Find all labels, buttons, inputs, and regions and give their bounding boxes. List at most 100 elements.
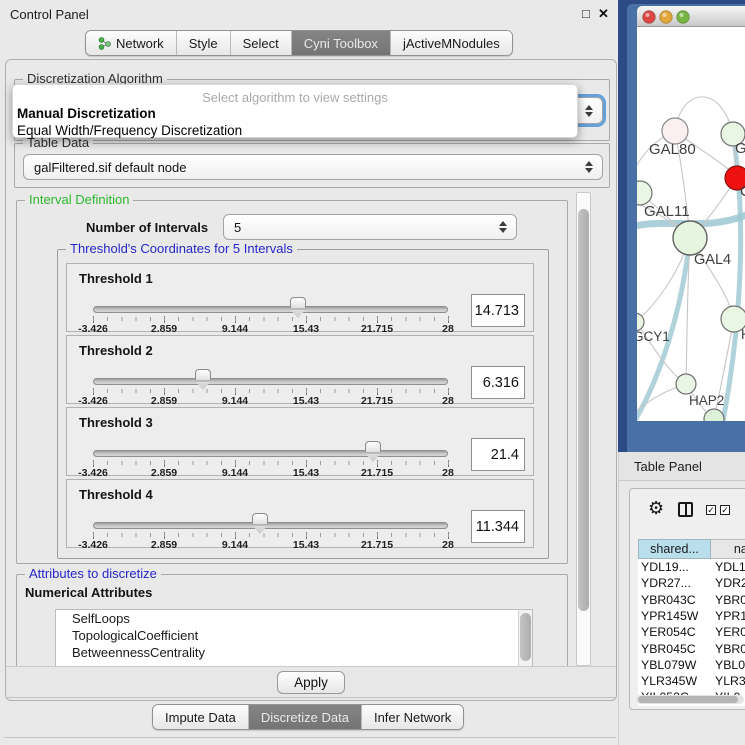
table-row[interactable]: YPR145WYPR1	[638, 608, 745, 624]
node-label-partial-red: C	[740, 183, 745, 200]
node-hap2[interactable]	[676, 374, 696, 394]
scale-label: 21.715	[361, 467, 393, 479]
column-header-shared-name[interactable]: shared...	[638, 539, 711, 559]
scale-label: 28	[442, 467, 454, 479]
float-window-icon[interactable]: □	[582, 6, 590, 21]
column-layout-icon[interactable]	[678, 502, 693, 517]
tab-discretize-data[interactable]: Discretize Data	[248, 705, 361, 729]
table-panel-header: Table Panel	[619, 452, 745, 481]
scale-label: 2.859	[151, 323, 177, 335]
tab-style[interactable]: Style	[176, 31, 230, 55]
popup-item-manual-discretization[interactable]: Manual Discretization	[13, 105, 577, 122]
table-row[interactable]: YBR043CYBR0	[638, 592, 745, 608]
list-item[interactable]: BetweennessCentrality	[56, 644, 532, 661]
control-panel-title: Control Panel	[10, 7, 89, 22]
scale-label: 28	[442, 539, 454, 551]
threshold-2-slider-thumb[interactable]	[195, 369, 211, 380]
control-panel-tabbar: Network Style Select Cyni Toolbox jActiv…	[85, 30, 513, 56]
tab-infer-network[interactable]: Infer Network	[361, 705, 463, 729]
minimize-traffic-icon[interactable]	[660, 11, 672, 23]
settings-scrollbar-thumb[interactable]	[578, 209, 589, 611]
apply-strip: Apply	[6, 666, 616, 698]
number-of-intervals-combo[interactable]: 5	[223, 214, 517, 240]
node-label-gcy1: GCY1	[637, 329, 670, 344]
network-view-window[interactable]: GAL80 GA C GAL11 GAL4 H GCY1 HAP2	[627, 4, 745, 452]
popup-item-equal-width-frequency[interactable]: Equal Width/Frequency Discretization	[13, 122, 577, 139]
checkbox-icon[interactable]: ✓	[706, 505, 716, 515]
threshold-2-slider-track[interactable]	[93, 378, 448, 385]
apply-button[interactable]: Apply	[277, 671, 345, 694]
table-row[interactable]: YDR27...YDR2	[638, 575, 745, 591]
zoom-traffic-icon[interactable]	[677, 11, 689, 23]
threshold-4-value-field[interactable]: 11.344	[471, 510, 525, 543]
scale-label: 2.859	[151, 467, 177, 479]
tab-infer-network-label: Infer Network	[374, 710, 451, 725]
table-data-combo[interactable]: galFiltered.sif default node	[23, 154, 603, 180]
table-horizontal-scrollbar[interactable]	[636, 695, 744, 704]
cell: YDL1	[715, 560, 745, 574]
cell: YLR345W	[641, 674, 697, 688]
threshold-4-slider-track[interactable]	[93, 522, 448, 529]
threshold-2-label: Threshold 2	[79, 343, 153, 358]
table-panel-region: Table Panel ⚙ ✓ ✓ shared... name YDL19..…	[618, 452, 745, 745]
attributes-list-scrollbar-thumb[interactable]	[520, 613, 531, 661]
thresholds-group-title: Threshold's Coordinates for 5 Intervals	[66, 241, 297, 256]
tab-network[interactable]: Network	[86, 31, 176, 55]
threshold-4-panel: Threshold 4 -3.426 2.859 9.144 15.43 21.…	[66, 479, 534, 548]
column-header-name[interactable]: name	[711, 539, 745, 559]
cell: YBL0	[715, 658, 745, 672]
screen: Control Panel □ ✕ Network Style Select C…	[0, 0, 745, 745]
scale-label: 9.144	[222, 323, 248, 335]
table-row[interactable]: YLR345WYLR3	[638, 673, 745, 689]
list-item[interactable]: TopologicalCoefficient	[56, 627, 532, 644]
tab-cyni-toolbox[interactable]: Cyni Toolbox	[291, 31, 390, 55]
tab-select[interactable]: Select	[230, 31, 291, 55]
threshold-1-panel: Threshold 1 -3.426 2.859 9.144 15.43 21.…	[66, 263, 534, 332]
threshold-3-slider-thumb[interactable]	[365, 441, 381, 452]
threshold-3-slider-track[interactable]	[93, 450, 448, 457]
scale-label: 21.715	[361, 323, 393, 335]
threshold-2-value-field[interactable]: 6.316	[471, 366, 525, 399]
node-partial-bottom[interactable]	[704, 409, 724, 421]
cell: YDR27...	[641, 576, 691, 590]
number-of-intervals-value: 5	[234, 220, 241, 235]
checkbox-icon[interactable]: ✓	[720, 505, 730, 515]
node-gal4[interactable]	[673, 221, 707, 255]
cell: YBR045C	[641, 642, 696, 656]
scale-label: 9.144	[222, 539, 248, 551]
table-row[interactable]: YER054CYER0	[638, 624, 745, 640]
threshold-3-value-field[interactable]: 21.4	[471, 438, 525, 471]
cell: YBL079W	[641, 658, 696, 672]
table-row[interactable]: YDL19...YDL1	[638, 559, 745, 575]
tab-impute-data[interactable]: Impute Data	[153, 705, 248, 729]
network-canvas[interactable]: GAL80 GA C GAL11 GAL4 H GCY1 HAP2	[637, 27, 745, 421]
table-row[interactable]: YBL079W YBL0	[638, 657, 745, 673]
gear-icon[interactable]: ⚙	[648, 498, 664, 519]
algorithm-dropdown-popup: Select algorithm to view settings Manual…	[12, 84, 578, 138]
network-window-titlebar[interactable]	[637, 6, 745, 27]
slider-ticks	[93, 389, 449, 393]
cyni-bottom-tabbar: Impute Data Discretize Data Infer Networ…	[152, 704, 464, 730]
network-graph: GAL80 GA C GAL11 GAL4 H GCY1 HAP2	[637, 27, 745, 421]
table-panel-title: Table Panel	[634, 459, 702, 474]
list-item[interactable]: SelfLoops	[56, 610, 532, 627]
threshold-4-slider-thumb[interactable]	[252, 513, 268, 524]
tab-discretize-data-label: Discretize Data	[261, 710, 349, 725]
table-horizontal-scrollbar-thumb[interactable]	[638, 696, 738, 703]
control-panel-bottom-edge	[4, 737, 616, 738]
close-icon[interactable]: ✕	[598, 6, 609, 22]
cell: YER0	[715, 625, 745, 639]
tab-jactivemnodules[interactable]: jActiveMNodules	[390, 31, 512, 55]
traffic-light-icons	[641, 9, 701, 25]
attributes-list-scrollbar[interactable]	[518, 610, 532, 670]
number-of-intervals-label: Number of Intervals	[86, 220, 208, 235]
settings-scrollbar[interactable]	[576, 192, 591, 666]
scale-label: 2.859	[151, 395, 177, 407]
table-row[interactable]: YBR045CYBR0	[638, 641, 745, 657]
threshold-1-value-field[interactable]: 14.713	[471, 294, 525, 327]
slider-ticks	[93, 533, 449, 537]
threshold-1-slider-track[interactable]	[93, 306, 448, 313]
threshold-1-slider-thumb[interactable]	[290, 297, 306, 308]
close-traffic-icon[interactable]	[643, 11, 655, 23]
cell: YBR0	[715, 593, 745, 607]
